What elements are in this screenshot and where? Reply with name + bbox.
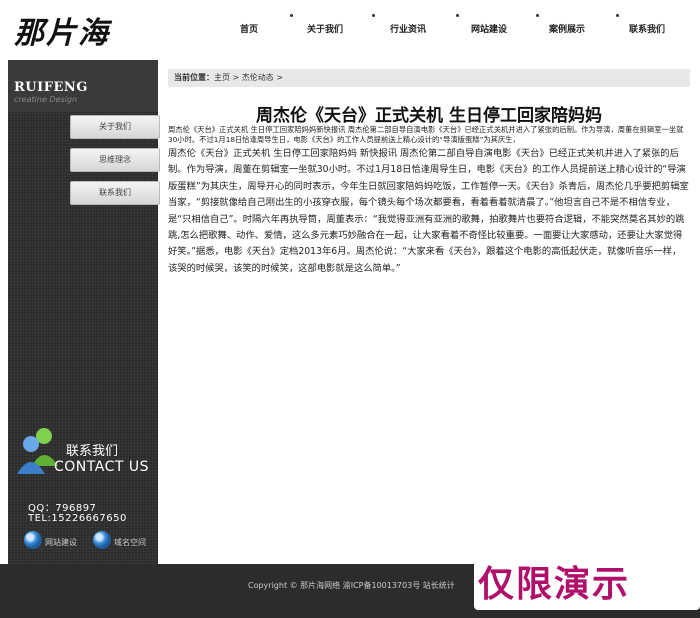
nav-separator (372, 14, 375, 17)
breadcrumb-path[interactable]: 主页 > 杰伦动态 > (214, 73, 283, 82)
article-body: 周杰伦《天台》正式关机 生日停工回家陪妈妈 新快报讯 周杰伦第二部自导自演电影《… (168, 148, 689, 274)
sidebar-button-about[interactable]: 关于我们 (70, 115, 160, 139)
site-header: 那片海 首页 关于我们 行业资讯 网站建设 案例展示 联系我们 (0, 0, 700, 58)
nav-item-contact[interactable]: 联系我们 (629, 22, 665, 35)
nav-separator (536, 14, 539, 17)
nav-item-news[interactable]: 行业资讯 (390, 22, 426, 35)
nav-item-cases[interactable]: 案例展示 (549, 22, 585, 35)
globe-icon (93, 531, 111, 549)
sidebar-button-philosophy[interactable]: 思维理念 (70, 148, 160, 172)
breadcrumb-label: 当前位置： (174, 73, 214, 82)
nav-item-home[interactable]: 首页 (240, 22, 258, 35)
sidebar-brand: RUIFENG (14, 80, 88, 95)
sidebar-link-web-design[interactable]: 网站建设 (45, 537, 77, 548)
sidebar-brand-sub: creatine Design (14, 95, 78, 104)
site-logo[interactable]: 那片海 (14, 8, 110, 52)
nav-separator (616, 14, 619, 17)
globe-icon (24, 531, 42, 549)
article-summary: 周杰伦《天台》正式关机 生日停工回家陪妈妈新快报讯 周杰伦第二部自导自演电影《天… (168, 125, 684, 144)
contact-title-en: CONTACT US (54, 459, 149, 475)
article-title: 周杰伦《天台》正式关机 生日停工回家陪妈妈 (256, 106, 602, 126)
nav-item-web-design[interactable]: 网站建设 (471, 22, 507, 35)
breadcrumb: 当前位置：主页 > 杰伦动态 > (168, 69, 690, 87)
demo-watermark: 仅限演示 (478, 564, 631, 605)
sidebar-link-domain-hosting[interactable]: 域名空间 (114, 537, 146, 548)
nav-item-about[interactable]: 关于我们 (307, 22, 343, 35)
sidebar-button-contact[interactable]: 联系我们 (70, 181, 160, 205)
nav-separator (456, 14, 459, 17)
footer-copyright: Copyright © 那片海网络 渝ICP备10013703号 站长统计 (248, 581, 455, 590)
contact-qq: QQ：796897 (28, 503, 97, 514)
nav-separator (290, 14, 293, 17)
sidebar: RUIFENG creatine Design 关于我们 思维理念 联系我们 (8, 60, 160, 564)
contact-tel: TEL:15226667650 (28, 513, 127, 524)
sidebar-brand-panel: RUIFENG creatine Design (8, 60, 158, 112)
contact-title-cn: 联系我们 (66, 444, 119, 459)
